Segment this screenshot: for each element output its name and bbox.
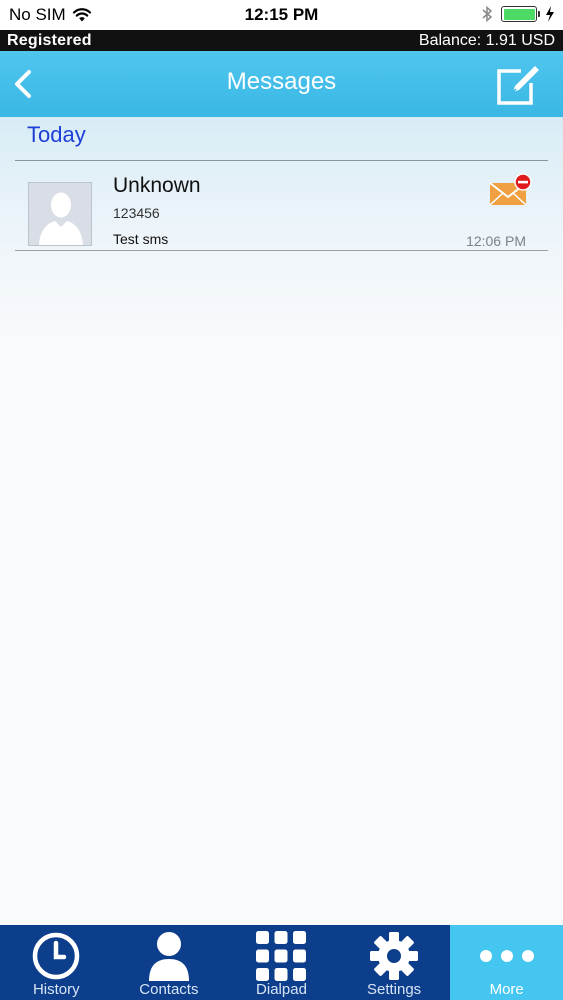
compose-icon bbox=[497, 66, 539, 105]
message-list-panel: Today Unknown 123456 Test sms 12:06 PM bbox=[0, 117, 563, 925]
avatar bbox=[28, 182, 92, 246]
balance-label: Balance: 1.91 USD bbox=[418, 32, 555, 49]
more-dots-icon bbox=[479, 950, 534, 962]
battery-icon bbox=[501, 6, 540, 22]
tab-history[interactable]: History bbox=[0, 925, 113, 1000]
tab-dialpad[interactable]: Dialpad bbox=[225, 925, 338, 1000]
tab-label-contacts: Contacts bbox=[139, 981, 199, 998]
status-time: 12:15 PM bbox=[244, 5, 319, 24]
account-bar: Registered Balance: 1.91 USD bbox=[0, 30, 563, 51]
message-preview: Test sms bbox=[113, 231, 169, 247]
messages-screen: No SIM 12:15 PM Registered Balance: 1.91… bbox=[0, 0, 563, 1000]
tab-settings[interactable]: Settings bbox=[338, 925, 451, 1000]
tab-more[interactable]: More bbox=[450, 925, 563, 1000]
charging-bolt-icon bbox=[546, 6, 554, 22]
status-indicators bbox=[481, 5, 555, 23]
tab-contacts[interactable]: Contacts bbox=[113, 925, 226, 1000]
contact-silhouette-icon bbox=[29, 183, 91, 245]
registration-status: Registered bbox=[7, 32, 92, 49]
unread-envelope-icon[interactable] bbox=[488, 173, 532, 207]
status-bar: No SIM 12:15 PM bbox=[0, 0, 563, 30]
bottom-tab-bar: History Contacts Dialpad Settings More bbox=[0, 925, 563, 1000]
section-header-today: Today bbox=[27, 122, 86, 147]
message-row[interactable]: Unknown 123456 Test sms 12:06 PM bbox=[15, 161, 548, 251]
person-icon bbox=[148, 932, 189, 981]
message-time: 12:06 PM bbox=[466, 233, 526, 249]
tab-label-history: History bbox=[32, 981, 80, 998]
tab-label-settings: Settings bbox=[366, 981, 422, 998]
tab-label-dialpad: Dialpad bbox=[256, 981, 307, 998]
bluetooth-icon bbox=[482, 5, 493, 23]
gear-icon bbox=[370, 932, 419, 980]
page-title: Messages bbox=[226, 68, 337, 95]
contact-number: 123456 bbox=[113, 205, 160, 221]
contact-name: Unknown bbox=[113, 174, 201, 197]
compose-button[interactable] bbox=[495, 61, 541, 107]
tab-label-more: More bbox=[489, 981, 524, 998]
clock-icon bbox=[33, 932, 80, 980]
nav-header: Messages bbox=[0, 51, 563, 117]
dialpad-icon bbox=[256, 931, 307, 981]
